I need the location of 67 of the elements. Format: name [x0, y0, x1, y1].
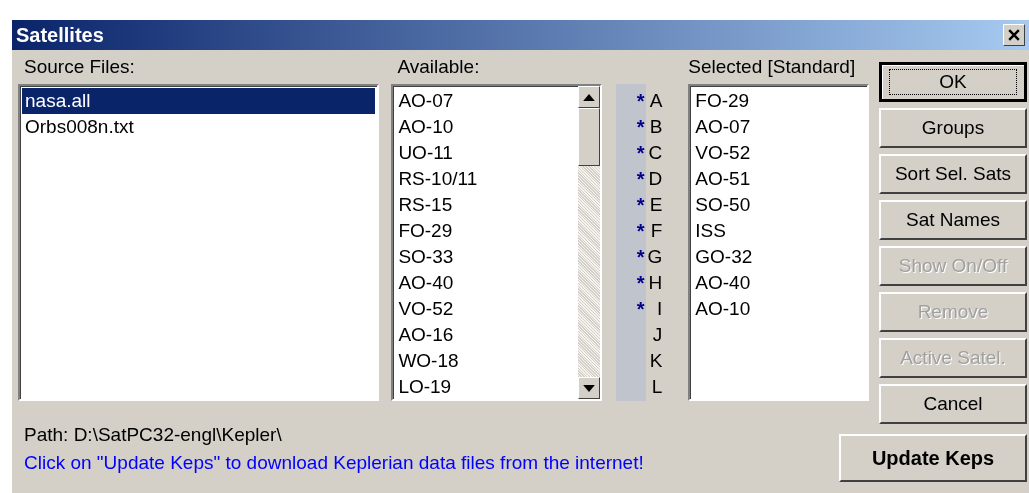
- slot-letter: H: [648, 272, 663, 293]
- scroll-down-button[interactable]: [577, 377, 600, 399]
- assigned-marker: *: [636, 168, 646, 190]
- list-item[interactable]: AO-16: [395, 322, 576, 348]
- dialog-button[interactable]: Sat Names: [879, 200, 1027, 240]
- dialog-button[interactable]: Sort Sel. Sats: [879, 154, 1027, 194]
- slot-letter: B: [649, 116, 663, 137]
- list-item[interactable]: AO-07: [692, 114, 865, 140]
- close-button[interactable]: [1003, 24, 1025, 46]
- update-keps-button[interactable]: Update Keps: [839, 434, 1027, 482]
- up-arrow-icon: [582, 93, 595, 101]
- dialog-button[interactable]: OK: [879, 62, 1027, 102]
- list-item[interactable]: ISS: [692, 218, 865, 244]
- list-item[interactable]: VO-52: [692, 140, 865, 166]
- assigned-marker: *: [636, 272, 646, 294]
- slot-letter: J: [652, 324, 663, 345]
- hint-text: Click on "Update Keps" to download Keplerian data files from the internet!: [24, 451, 644, 475]
- scroll-thumb[interactable]: [577, 108, 600, 166]
- slot-letter: I: [657, 298, 663, 319]
- list-item[interactable]: RS-10/11: [395, 166, 576, 192]
- down-arrow-icon: [582, 384, 595, 392]
- list-label: Source Files:: [23, 56, 136, 78]
- list-item[interactable]: GO-32: [692, 244, 865, 270]
- list-item[interactable]: AO-07: [395, 88, 576, 114]
- assigned-marker: *: [636, 220, 646, 242]
- window-title: Satellites: [16, 23, 104, 47]
- slot-letter: L: [651, 376, 663, 397]
- list-item[interactable]: SO-50: [692, 192, 865, 218]
- slot-letter: A: [649, 90, 663, 111]
- slot-letter: G: [647, 246, 663, 267]
- list-item[interactable]: AO-40: [692, 270, 865, 296]
- list-item[interactable]: LO-19: [395, 374, 576, 399]
- scroll-up-button[interactable]: [577, 86, 600, 108]
- list-label: Available:: [396, 56, 481, 78]
- list-item[interactable]: SO-33: [395, 244, 576, 270]
- scrollbar[interactable]: [577, 86, 600, 399]
- assigned-marker: *: [636, 142, 646, 164]
- slot-letter: K: [649, 350, 663, 371]
- list-item[interactable]: nasa.all: [22, 88, 376, 114]
- slot-letter: E: [649, 194, 663, 215]
- list-box[interactable]: AO-07 AO-10 UO-11 RS-10/11 RS-15 FO-29 SO-33 AO-40 VO-52 AO-16 WO-18 LO-19: [391, 84, 602, 401]
- list-item[interactable]: VO-52: [395, 296, 576, 322]
- close-icon: [1008, 29, 1020, 41]
- list-item[interactable]: RS-15: [395, 192, 576, 218]
- dialog-button[interactable]: Groups: [879, 108, 1027, 148]
- slot-letter: D: [648, 168, 663, 189]
- path-text: Path: D:\SatPC32-engl\Kepler\: [24, 423, 283, 447]
- list-item[interactable]: WO-18: [395, 348, 576, 374]
- list-item[interactable]: AO-10: [692, 296, 865, 322]
- assigned-marker: *: [636, 194, 646, 216]
- assigned-marker: *: [636, 246, 646, 268]
- list-item[interactable]: AO-51: [692, 166, 865, 192]
- list-item[interactable]: FO-29: [692, 88, 865, 114]
- dialog-button[interactable]: Cancel: [879, 384, 1027, 424]
- list-item[interactable]: UO-11: [395, 140, 576, 166]
- list-label: Selected [Standard]: [688, 56, 857, 78]
- list-box[interactable]: nasa.all Orbs008n.txt: [18, 84, 380, 401]
- list-item[interactable]: AO-10: [395, 114, 576, 140]
- assigned-marker: *: [636, 116, 646, 138]
- list-box[interactable]: FO-29 AO-07 VO-52 AO-51 SO-50 ISS GO-32 AO-40 AO-10: [688, 84, 869, 401]
- list-item[interactable]: Orbs008n.txt: [22, 114, 376, 140]
- list-item[interactable]: FO-29: [395, 218, 576, 244]
- slot-letter: F: [650, 220, 663, 241]
- assigned-marker: *: [636, 90, 646, 112]
- list-item[interactable]: AO-40: [395, 270, 576, 296]
- slot-letter: C: [648, 142, 663, 163]
- assigned-marker: *: [636, 298, 646, 320]
